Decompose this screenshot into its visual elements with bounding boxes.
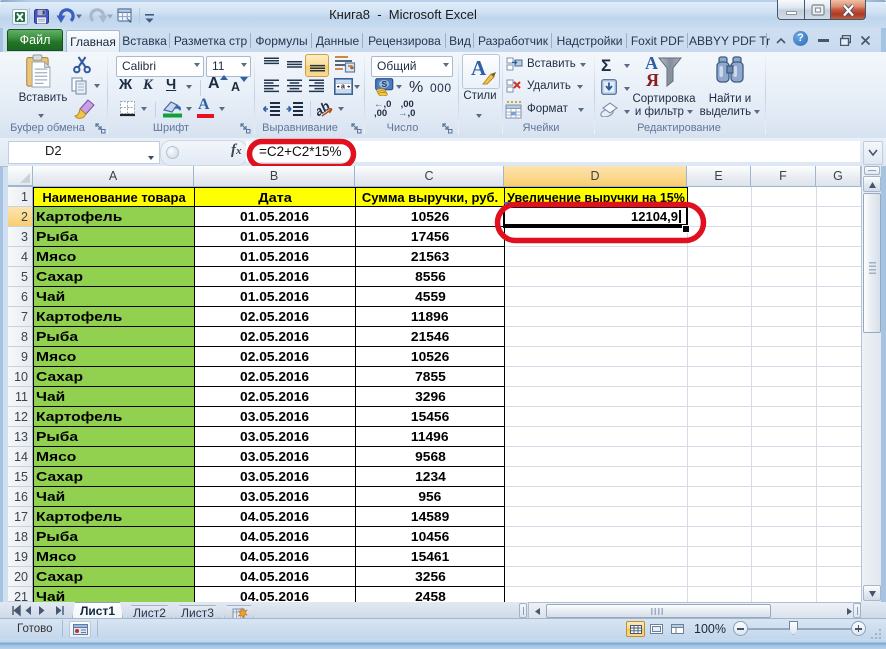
svg-text:S: S — [382, 79, 388, 89]
svg-text:a: a — [341, 84, 345, 91]
